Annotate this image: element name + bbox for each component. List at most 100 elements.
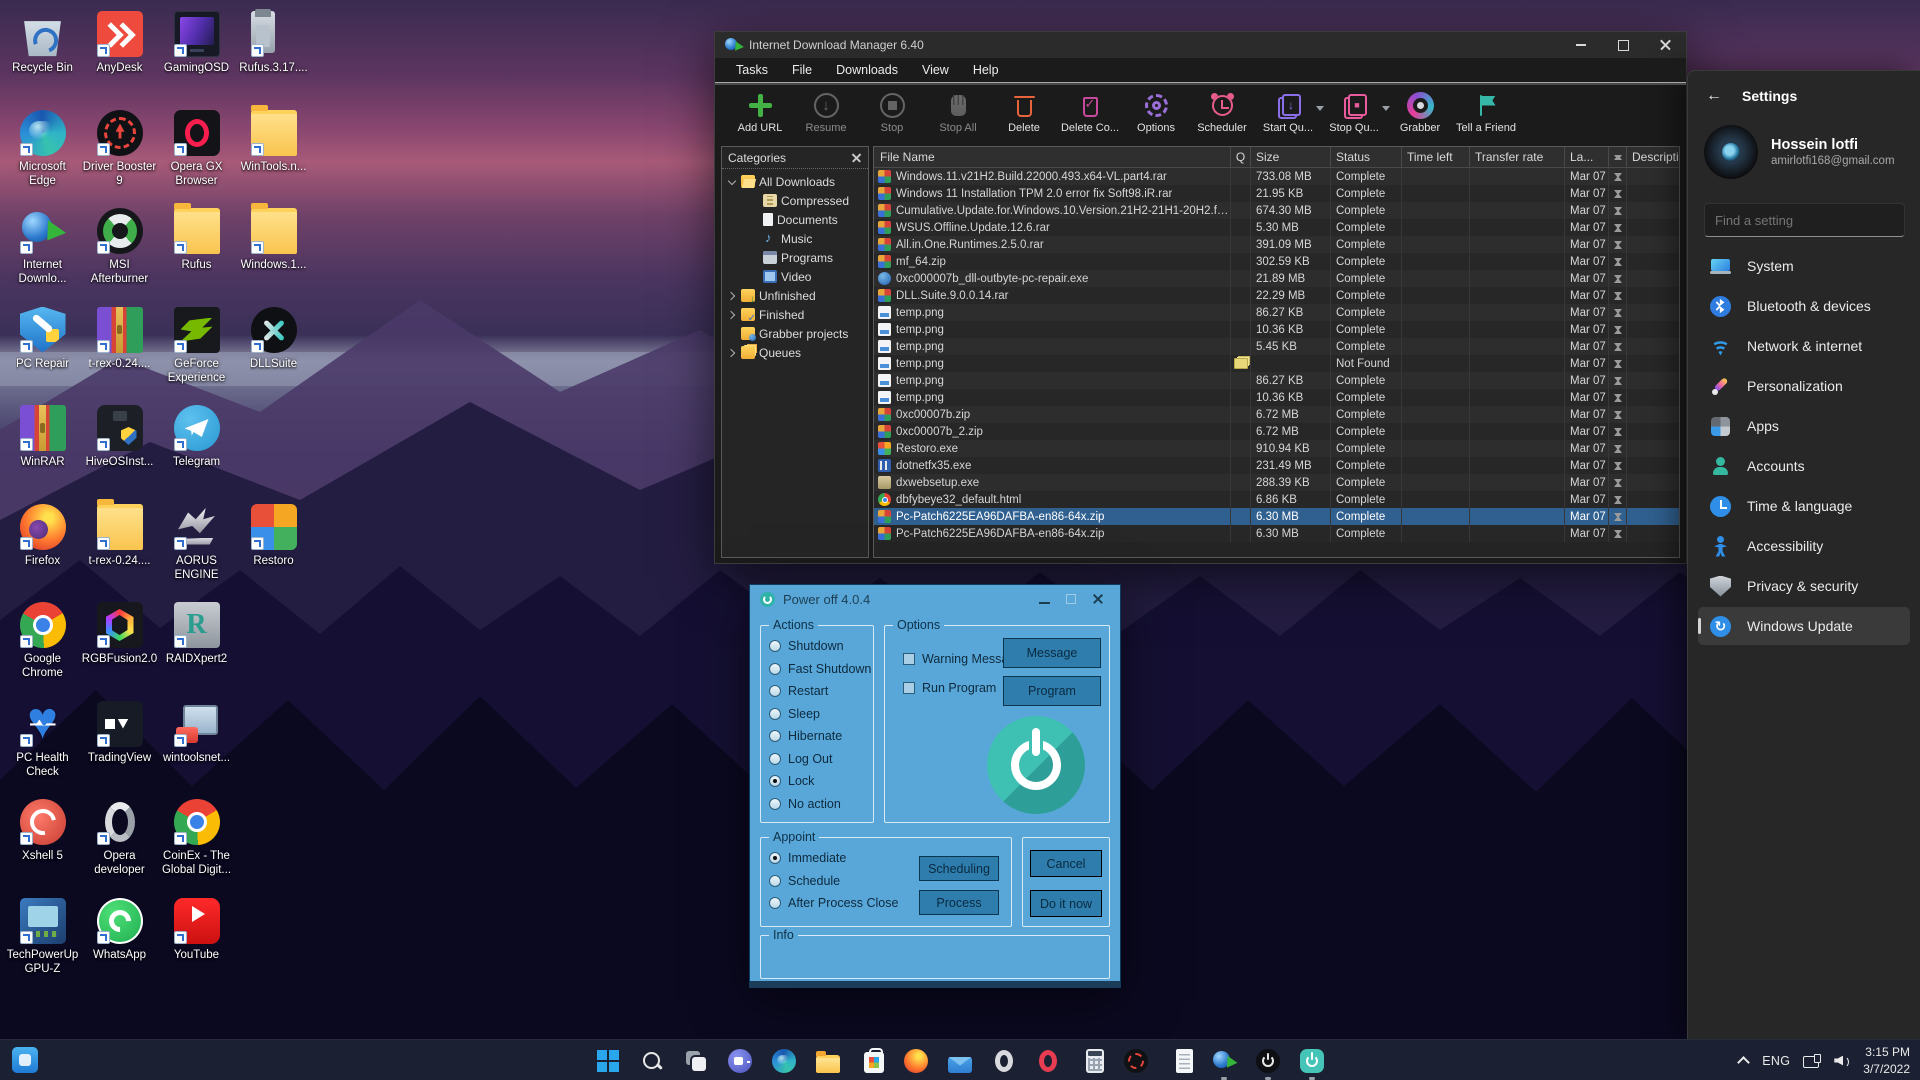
toolbar-resume-button[interactable]: Resume	[793, 87, 859, 139]
Restoro.exe[interactable]: Restoro.exe 910.94 KB Complete Mar 07 ..…	[874, 440, 1679, 457]
desktop-icon-tradingview[interactable]: TradingView	[81, 696, 158, 795]
desktop-icon-gamingosd[interactable]: GamingOSD	[158, 6, 235, 105]
opera-gx-button[interactable]	[1026, 1041, 1070, 1080]
store-button[interactable]	[850, 1041, 894, 1080]
category-finished[interactable]: Finished	[722, 305, 868, 324]
desktop-icon-wintoolsnet[interactable]: wintoolsnet...	[158, 696, 235, 795]
sidebar-item-time-language[interactable]: Time & language	[1698, 487, 1910, 525]
desktop-icon-restoro[interactable]: Restoro	[235, 499, 312, 598]
menu-item[interactable]: Downloads	[825, 59, 909, 81]
desktop-icon-winrar[interactable]: WinRAR	[4, 400, 81, 499]
sidebar-item-accounts[interactable]: Accounts	[1698, 447, 1910, 485]
column-description[interactable]: Description	[1626, 147, 1679, 167]
dotnetfx35.exe[interactable]: dotnetfx35.exe 231.49 MB Complete Mar 07…	[874, 457, 1679, 474]
minimize-button[interactable]	[1039, 602, 1050, 604]
sidebar-item-network[interactable]: Network & internet	[1698, 327, 1910, 365]
desktop-icon-xshell[interactable]: Xshell 5	[4, 794, 81, 893]
idm-titlebar[interactable]: Internet Download Manager 6.40	[715, 32, 1686, 58]
0xc000007b_dll-outbyte-pc-repair.exe[interactable]: 0xc000007b_dll-outbyte-pc-repair.exe 21.…	[874, 270, 1679, 287]
sidebar-item-windows-update[interactable]: Windows Update	[1698, 607, 1910, 645]
action-radio-option[interactable]: Hibernate	[761, 725, 873, 748]
dxwebsetup.exe[interactable]: dxwebsetup.exe 288.39 KB Complete Mar 07…	[874, 474, 1679, 491]
action-radio-option[interactable]: Lock	[761, 770, 873, 793]
sidebar-item-personalization[interactable]: Personalization	[1698, 367, 1910, 405]
action-radio-option[interactable]: Shutdown	[761, 635, 873, 658]
mf_64.zip[interactable]: mf_64.zip 302.59 KB Complete Mar 07 ...	[874, 253, 1679, 270]
chat-button[interactable]	[718, 1041, 762, 1080]
desktop-icon-opera-dev[interactable]: Opera developer	[81, 794, 158, 893]
desktop-icon-msi-afterburner[interactable]: MSI Afterburner	[81, 203, 158, 302]
desktop-icon-telegram[interactable]: Telegram	[158, 400, 235, 499]
do-it-now-button[interactable]: Do it now	[1030, 890, 1102, 917]
desktop-icon-pc-repair[interactable]: PC Repair	[4, 302, 81, 401]
opera-button[interactable]	[982, 1041, 1026, 1080]
task-view-button[interactable]	[674, 1041, 718, 1080]
category-programs[interactable]: Programs	[722, 248, 868, 267]
temp.png[interactable]: temp.png 5.45 KB Complete Mar 07 ...	[874, 338, 1679, 355]
idm-button[interactable]	[1202, 1041, 1246, 1080]
toolbar-tell-a-friend-button[interactable]: Tell a Friend	[1453, 87, 1519, 139]
desktop-icon-firefox[interactable]: Firefox	[4, 499, 81, 598]
Pc-Patch6225EA96DAFBA-en86-64x.zip[interactable]: Pc-Patch6225EA96DAFBA-en86-64x.zip 6.30 …	[874, 525, 1679, 542]
desktop-icon-windows-folder[interactable]: Windows.1...	[235, 203, 312, 302]
desktop-icon-aorus[interactable]: AORUS ENGINE	[158, 499, 235, 598]
message-button[interactable]: Message	[1003, 638, 1101, 668]
back-icon[interactable]	[1706, 87, 1722, 105]
column-time-left[interactable]: Time left	[1401, 147, 1469, 167]
column-q[interactable]: Q	[1230, 147, 1250, 167]
column-status[interactable]: Status	[1330, 147, 1401, 167]
All.in.One.Runtimes.2.5.0.rar[interactable]: All.in.One.Runtimes.2.5.0.rar 391.09 MB …	[874, 236, 1679, 253]
driver-booster-button[interactable]	[1114, 1041, 1158, 1080]
toolbar-delete-button[interactable]: Delete	[991, 87, 1057, 139]
volume-icon[interactable]	[1834, 1054, 1850, 1068]
expander-icon[interactable]	[727, 329, 737, 339]
action-radio-option[interactable]: Sleep	[761, 703, 873, 726]
category-grabber-projects[interactable]: Grabber projects	[722, 324, 868, 343]
toolbar-stop-queue-button[interactable]: Stop Qu...	[1321, 87, 1387, 139]
desktop-icon-hiveos[interactable]: HiveOSInst...	[81, 400, 158, 499]
scheduling-button[interactable]: Scheduling	[919, 856, 999, 881]
toolbar-stop-button[interactable]: Stop	[859, 87, 925, 139]
toolbar-add-url-button[interactable]: Add URL	[727, 87, 793, 139]
action-radio-option[interactable]: Fast Shutdown	[761, 658, 873, 681]
category-video[interactable]: Video	[722, 267, 868, 286]
desktop-icon-rgbfusion[interactable]: RGBFusion2.0	[81, 597, 158, 696]
desktop-icon-geforce[interactable]: GeForce Experience	[158, 302, 235, 401]
desktop-icon-youtube[interactable]: YouTube	[158, 893, 235, 992]
search-button[interactable]	[630, 1041, 674, 1080]
category-compressed[interactable]: Compressed	[722, 191, 868, 210]
Pc-Patch6225EA96DAFBA-en86-64x.zip[interactable]: Pc-Patch6225EA96DAFBA-en86-64x.zip 6.30 …	[874, 508, 1679, 525]
category-all-downloads[interactable]: All Downloads	[722, 172, 868, 191]
desktop-icon-anydesk[interactable]: AnyDesk	[81, 6, 158, 105]
action-radio-option[interactable]: No action	[761, 793, 873, 816]
sidebar-item-accessibility[interactable]: Accessibility	[1698, 527, 1910, 565]
toolbar-start-queue-button[interactable]: Start Qu...	[1255, 87, 1321, 139]
toolbar-stop-all-button[interactable]: Stop All	[925, 87, 991, 139]
0xc00007b.zip[interactable]: 0xc00007b.zip 6.72 MB Complete Mar 07 ..…	[874, 406, 1679, 423]
edge-button[interactable]	[762, 1041, 806, 1080]
search-input[interactable]	[1704, 203, 1905, 237]
desktop-icon-trex-rar[interactable]: t-rex-0.24....	[81, 302, 158, 401]
temp.png[interactable]: temp.png 10.36 KB Complete Mar 07 ...	[874, 389, 1679, 406]
program-button[interactable]: Program	[1003, 676, 1101, 706]
calculator-button[interactable]	[1070, 1041, 1114, 1080]
expander-icon[interactable]	[727, 310, 737, 320]
action-radio-option[interactable]: Restart	[761, 680, 873, 703]
desktop-icon-rufus-folder[interactable]: Rufus	[158, 203, 235, 302]
desktop-icon-recycle-bin[interactable]: Recycle Bin	[4, 6, 81, 105]
sort-icon[interactable]	[1608, 147, 1626, 167]
desktop-icon-coinex[interactable]: CoinEx - The Global Digit...	[158, 794, 235, 893]
network-icon[interactable]	[1803, 1054, 1821, 1068]
expander-icon[interactable]	[749, 272, 759, 282]
temp.png[interactable]: temp.png Not Found Mar 07 ...	[874, 355, 1679, 372]
toolbar-delete-completed-button[interactable]: Delete Co...	[1057, 87, 1123, 139]
language-indicator[interactable]: ENG	[1762, 1054, 1790, 1068]
Windows 11 Installation TPM 2.0 error fix Soft98.iR.rar[interactable]: Windows 11 Installation TPM 2.0 error fi…	[874, 185, 1679, 202]
close-icon[interactable]	[851, 152, 862, 163]
widgets-icon[interactable]	[12, 1047, 38, 1073]
Cumulative.Update.for.Windows.10.Version.21H2-21H1-20H2.for....[interactable]: Cumulative.Update.for.Windows.10.Version…	[874, 202, 1679, 219]
menu-item[interactable]: View	[911, 59, 960, 81]
temp.png[interactable]: temp.png 10.36 KB Complete Mar 07 ...	[874, 321, 1679, 338]
dialog-titlebar[interactable]: Power off 4.0.4	[750, 585, 1120, 613]
desktop-icon-rufus-exe[interactable]: Rufus.3.17....	[235, 6, 312, 105]
